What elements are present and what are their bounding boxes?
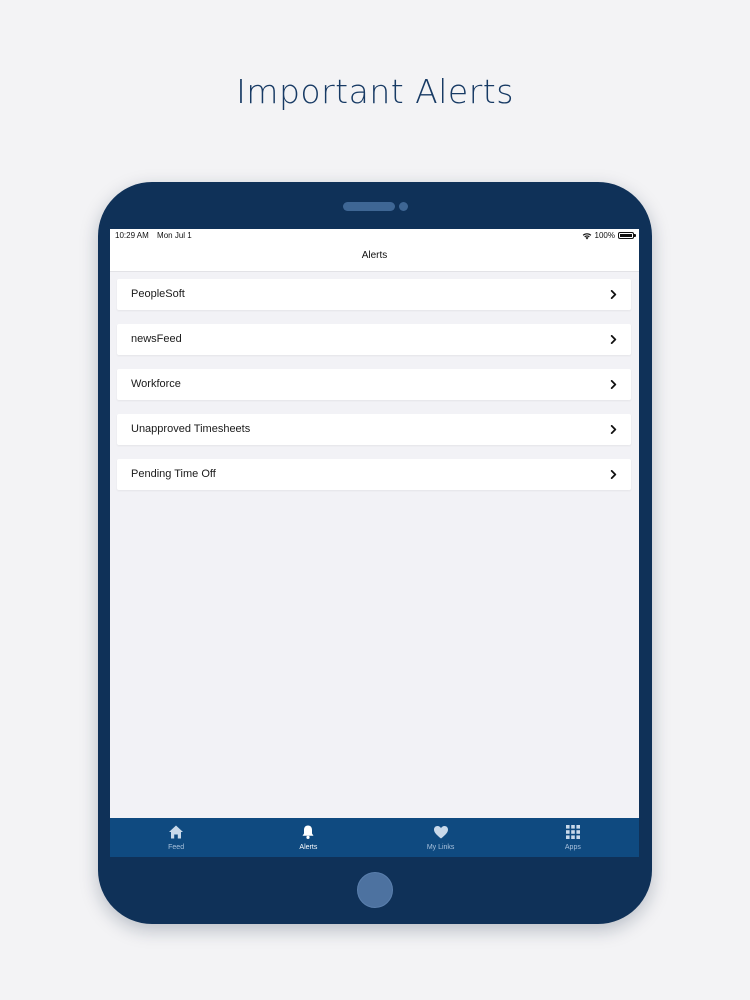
alert-item-label: Workforce: [131, 378, 181, 390]
front-camera: [399, 202, 408, 211]
alert-item-workforce[interactable]: Workforce: [117, 369, 631, 400]
tab-label: Apps: [564, 844, 581, 851]
home-button[interactable]: [357, 872, 393, 908]
alert-item-label: Pending Time Off: [131, 468, 216, 480]
speaker-grille: [343, 202, 395, 211]
chevron-right-icon: [610, 335, 617, 344]
tab-apps[interactable]: Apps: [507, 818, 639, 857]
status-bar: 10:29 AM Mon Jul 1 100%: [110, 229, 639, 243]
status-right: 100%: [582, 231, 636, 240]
battery-percent: 100%: [594, 231, 615, 240]
alerts-list: PeopleSoft newsFeed Workforce Unapproved…: [117, 279, 631, 504]
wifi-icon: [582, 232, 591, 239]
tab-label: My Links: [426, 844, 455, 851]
alert-item-label: PeopleSoft: [131, 288, 185, 300]
status-left: 10:29 AM Mon Jul 1: [115, 231, 192, 240]
bell-icon: [302, 825, 314, 839]
app-screen: 10:29 AM Mon Jul 1 100% Alerts PeopleSof…: [110, 229, 639, 857]
status-time: 10:29 AM: [115, 231, 149, 240]
heart-icon: [433, 826, 448, 839]
tab-feed[interactable]: Feed: [110, 818, 242, 857]
alert-item-peoplesoft[interactable]: PeopleSoft: [117, 279, 631, 310]
tab-my-links[interactable]: My Links: [375, 818, 507, 857]
battery-icon: [618, 232, 636, 239]
alert-item-label: newsFeed: [131, 333, 182, 345]
alert-item-pending-time-off[interactable]: Pending Time Off: [117, 459, 631, 490]
alert-item-unapproved-timesheets[interactable]: Unapproved Timesheets: [117, 414, 631, 445]
nav-bar: Alerts: [110, 243, 639, 272]
status-date: Mon Jul 1: [157, 231, 192, 240]
chevron-right-icon: [610, 470, 617, 479]
tab-bar: Feed Alerts My Links Apps: [110, 818, 639, 857]
grid-icon: [565, 825, 580, 839]
nav-title: Alerts: [361, 250, 388, 261]
home-icon: [169, 825, 184, 839]
chevron-right-icon: [610, 425, 617, 434]
page-headline: Important Alerts: [236, 72, 514, 111]
alert-item-newsfeed[interactable]: newsFeed: [117, 324, 631, 355]
tab-label: Feed: [168, 844, 185, 851]
alert-item-label: Unapproved Timesheets: [131, 423, 251, 435]
chevron-right-icon: [610, 290, 617, 299]
tab-label: Alerts: [299, 844, 318, 851]
tab-alerts[interactable]: Alerts: [242, 818, 374, 857]
tablet-frame: 10:29 AM Mon Jul 1 100% Alerts PeopleSof…: [98, 182, 652, 924]
chevron-right-icon: [610, 380, 617, 389]
